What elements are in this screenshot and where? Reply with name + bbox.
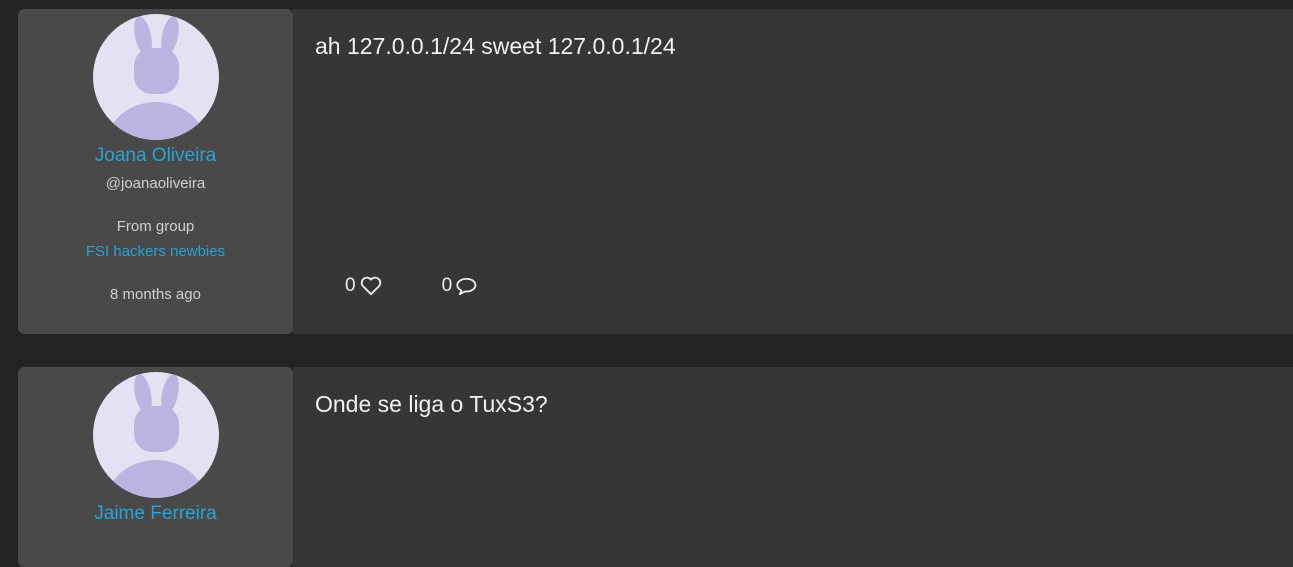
post-text: ah 127.0.0.1/24 sweet 127.0.0.1/24 xyxy=(315,33,676,59)
comment-icon xyxy=(456,277,477,296)
post: Jaime Ferreira Onde se liga o TuxS3? xyxy=(18,367,1293,567)
from-group-label: From group xyxy=(116,218,195,235)
comment-button[interactable]: 0 xyxy=(442,275,479,297)
author-name-link[interactable]: Jaime Ferreira xyxy=(94,503,216,525)
post-author-panel: Jaime Ferreira xyxy=(18,367,293,567)
avatar[interactable] xyxy=(92,14,219,140)
group-link[interactable]: FSI hackers newbies xyxy=(86,243,225,260)
post-text: Onde se liga o TuxS3? xyxy=(315,391,548,417)
post-author-panel: Joana Oliveira @joanaoliveira From group… xyxy=(18,9,293,334)
post-content: Onde se liga o TuxS3? xyxy=(293,367,1293,567)
author-handle: @joanaoliveira xyxy=(105,175,206,192)
like-button[interactable]: 0 xyxy=(345,275,382,297)
author-name-link[interactable]: Joana Oliveira xyxy=(95,145,216,167)
post-content: ah 127.0.0.1/24 sweet 127.0.0.1/24 0 0 xyxy=(293,9,1293,334)
comment-count: 0 xyxy=(441,275,453,296)
like-count: 0 xyxy=(345,275,356,296)
avatar[interactable] xyxy=(92,372,219,498)
heart-icon xyxy=(360,276,381,296)
post-timestamp: 8 months ago xyxy=(110,286,201,303)
post: Joana Oliveira @joanaoliveira From group… xyxy=(18,9,1293,334)
